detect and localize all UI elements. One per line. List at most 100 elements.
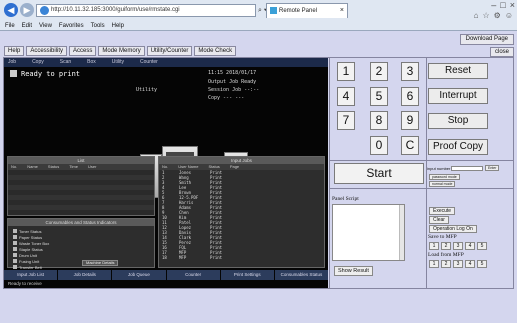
access-button[interactable]: Access xyxy=(69,46,97,56)
col-time: Time xyxy=(69,164,78,169)
minimize-icon[interactable]: – xyxy=(491,0,496,10)
address-url: http://10.11.32.185:3000/guiform/use/rms… xyxy=(51,7,180,13)
proof-copy-button[interactable]: Proof Copy xyxy=(428,139,488,155)
clear-button[interactable]: Clear xyxy=(429,216,449,224)
col-status: Status xyxy=(47,164,60,169)
operation-log-on-button[interactable]: Operation Log On xyxy=(429,225,477,233)
mode-check-button[interactable]: Mode Check xyxy=(194,46,237,56)
col-name: Name xyxy=(27,164,38,169)
input-number-field[interactable] xyxy=(451,166,483,171)
save-slot-button[interactable]: 3 xyxy=(453,242,463,250)
screen-bottom-tab[interactable]: Job Details xyxy=(58,270,112,280)
address-bar[interactable]: http://10.11.32.185:3000/guiform/use/rms… xyxy=(36,4,256,17)
accessibility-button[interactable]: Accessibility xyxy=(26,46,68,56)
session-job: Session Job --:-- xyxy=(208,87,260,93)
key-7[interactable]: 7 xyxy=(337,111,355,130)
load-slot-button[interactable]: 2 xyxy=(441,260,451,268)
save-slot-button[interactable]: 5 xyxy=(477,242,487,250)
menu-favorites[interactable]: Favorites xyxy=(59,21,84,31)
load-slot-button[interactable]: 4 xyxy=(465,260,475,268)
screen-bottom-tab[interactable]: Job Queue xyxy=(112,270,166,280)
key-3[interactable]: 3 xyxy=(401,62,419,81)
input-jobs-title: Input Jobs xyxy=(159,157,324,164)
menu-view[interactable]: View xyxy=(39,21,52,31)
load-from-mfp-label: Load from MFP xyxy=(428,252,464,258)
password-mode-button[interactable]: password mode xyxy=(429,174,460,180)
browser-icons: ⌂ ☆ ⚙ ☺ xyxy=(474,11,513,20)
utility-counter-button[interactable]: Utility/Counter xyxy=(146,46,193,56)
mfp-screen[interactable]: Job Copy Scan Box Utility Counter Ready … xyxy=(4,58,328,288)
smiley-icon[interactable]: ☺ xyxy=(505,11,513,20)
screen-tab-box[interactable]: Box xyxy=(87,58,96,67)
key-9[interactable]: 9 xyxy=(401,111,419,130)
screen-tab-counter[interactable]: Counter xyxy=(140,58,158,67)
reset-button[interactable]: Reset xyxy=(428,63,488,79)
key-2[interactable]: 2 xyxy=(370,62,388,81)
screen-bottom-tab[interactable]: Counter xyxy=(166,270,220,280)
key-8[interactable]: 8 xyxy=(370,111,388,130)
consumables-title: Consumables and Status Indicators xyxy=(8,219,154,226)
save-slot-button[interactable]: 2 xyxy=(441,242,451,250)
screen-bottom-tab[interactable]: Consumables Status xyxy=(274,270,328,280)
save-slots: 1 2 3 4 5 xyxy=(429,242,487,250)
save-to-mfp-label: Save to MFP xyxy=(428,234,457,240)
close-window-icon[interactable]: × xyxy=(510,0,515,10)
save-slot-button[interactable]: 4 xyxy=(465,242,475,250)
tab-remote-panel[interactable]: Remote Panel × xyxy=(266,3,348,18)
screen-tab-scan[interactable]: Scan xyxy=(60,58,71,67)
job-cell: Print xyxy=(210,255,223,260)
key-clear[interactable]: C xyxy=(401,136,419,155)
enter-button[interactable]: Enter xyxy=(485,165,500,171)
key-4[interactable]: 4 xyxy=(337,87,355,106)
back-icon[interactable]: ◀ xyxy=(4,3,18,17)
normal-mode-button[interactable]: normal mode xyxy=(429,181,456,187)
divider xyxy=(330,160,513,161)
save-slot-button[interactable]: 1 xyxy=(429,242,439,250)
mode-memory-button[interactable]: Mode Memory xyxy=(98,46,145,56)
ready-text: Ready to print xyxy=(21,70,81,78)
home-icon[interactable]: ⌂ xyxy=(474,11,479,20)
maximize-icon[interactable]: □ xyxy=(500,0,505,10)
key-6[interactable]: 6 xyxy=(401,87,419,106)
divider xyxy=(329,58,330,288)
close-button[interactable]: close xyxy=(489,47,514,57)
panel-script-textarea[interactable] xyxy=(332,204,405,261)
page-icon xyxy=(270,7,277,14)
toolbar: Help Accessibility Access Mode Memory Ut… xyxy=(4,46,237,56)
menu-help[interactable]: Help xyxy=(112,21,124,31)
consumables-panel: Consumables and Status Indicators Toner … xyxy=(7,218,155,276)
job-cell: MFP xyxy=(179,255,187,260)
help-button[interactable]: Help xyxy=(4,46,25,56)
screen-tab-job[interactable]: Job xyxy=(8,58,16,67)
screen-bottom-tab[interactable]: Print Settings xyxy=(220,270,274,280)
load-slot-button[interactable]: 3 xyxy=(453,260,463,268)
job-row[interactable]: 18 MFP Print xyxy=(162,255,324,260)
menu-tools[interactable]: Tools xyxy=(91,21,105,31)
ready-status: Ready to print xyxy=(10,70,80,78)
key-5[interactable]: 5 xyxy=(370,87,388,106)
download-page-button[interactable]: Download Page xyxy=(459,34,514,45)
stop-button[interactable]: Stop xyxy=(428,113,488,129)
scrollbar[interactable] xyxy=(399,205,404,260)
screen-bottom-tabs: Input Job List Job Details Job Queue Cou… xyxy=(4,270,328,280)
start-button[interactable]: Start xyxy=(334,163,424,184)
tab-close-icon[interactable]: × xyxy=(340,4,344,18)
panel-script-label: Panel Script xyxy=(332,196,359,202)
favorites-icon[interactable]: ☆ xyxy=(482,11,489,20)
load-slot-button[interactable]: 1 xyxy=(429,260,439,268)
screen-tab-copy[interactable]: Copy xyxy=(32,58,44,67)
menu-edit[interactable]: Edit xyxy=(22,21,32,31)
screen-tab-utility[interactable]: Utility xyxy=(112,58,124,67)
forward-icon[interactable]: ▶ xyxy=(20,3,34,17)
menu-file[interactable]: File xyxy=(5,21,15,31)
output-job: Output Job Ready xyxy=(208,79,257,85)
key-1[interactable]: 1 xyxy=(337,62,355,81)
screen-bottom-tab[interactable]: Input Job List xyxy=(4,270,58,280)
key-0[interactable]: 0 xyxy=(370,136,388,155)
show-result-button[interactable]: Show Result xyxy=(334,266,373,276)
machine-details-button[interactable]: Machine Details xyxy=(82,260,119,266)
interrupt-button[interactable]: Interrupt xyxy=(428,88,488,104)
settings-icon[interactable]: ⚙ xyxy=(494,11,501,20)
load-slot-button[interactable]: 5 xyxy=(477,260,487,268)
execute-button[interactable]: Execute xyxy=(429,207,456,215)
